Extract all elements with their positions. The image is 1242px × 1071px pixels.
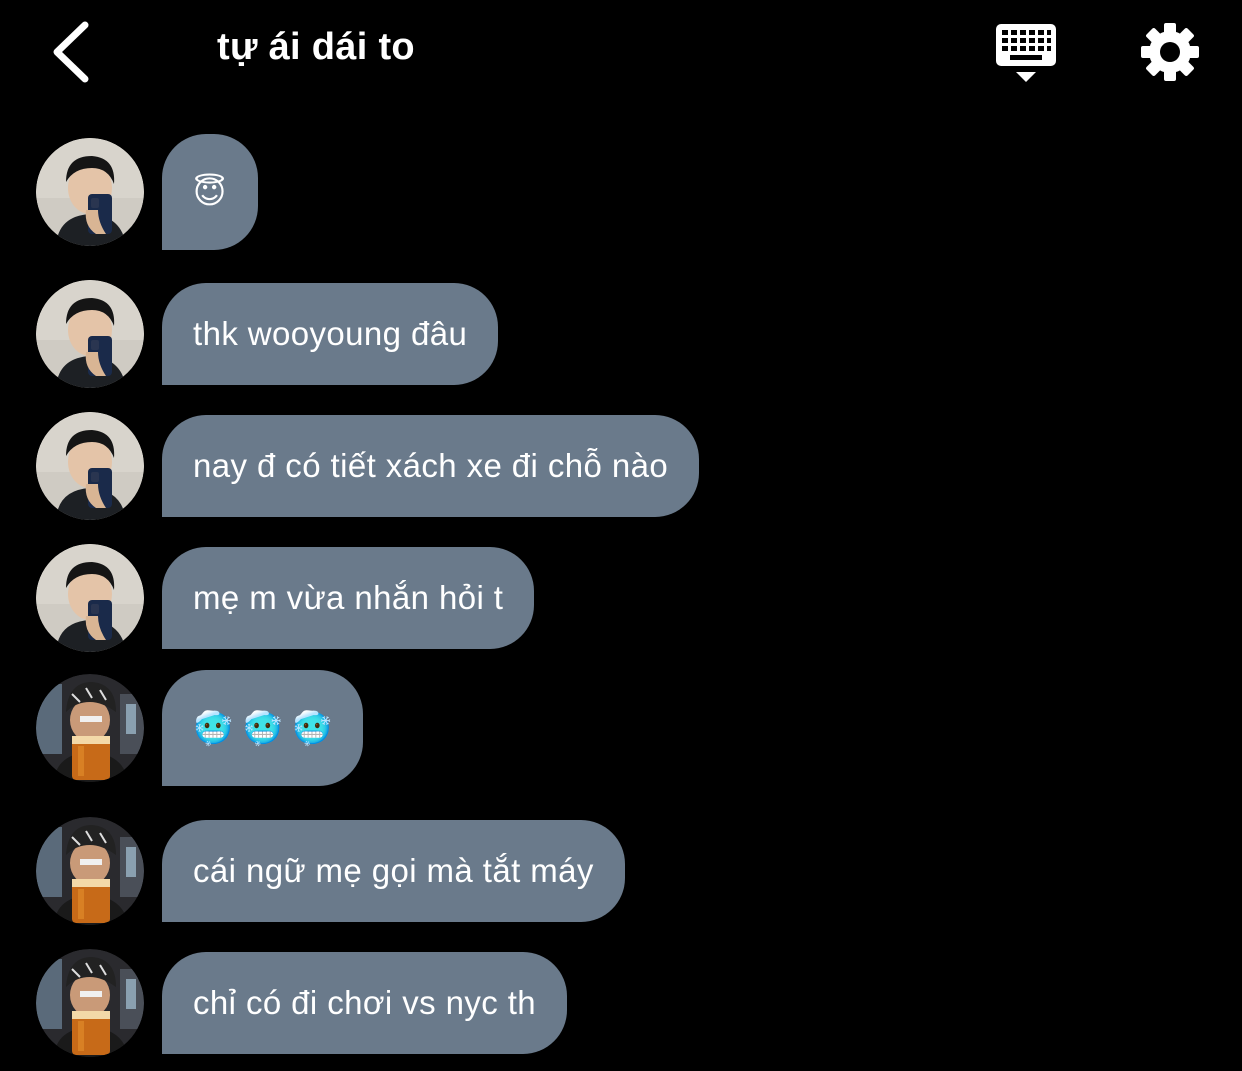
- message-row: mẹ m vừa nhắn hỏi t: [36, 544, 535, 652]
- avatar[interactable]: [36, 817, 144, 925]
- avatar[interactable]: [36, 138, 144, 246]
- message-row: cái ngữ mẹ gọi mà tắt máy: [36, 817, 625, 925]
- message-bubble[interactable]: mẹ m vừa nhắn hỏi t: [162, 547, 535, 649]
- message-bubble[interactable]: thk wooyoung đâu: [162, 283, 499, 385]
- message-row: nay đ có tiết xách xe đi chỗ nào: [36, 412, 700, 520]
- avatar[interactable]: [36, 949, 144, 1057]
- message-row: chỉ có đi chơi vs nyc th: [36, 949, 568, 1057]
- avatar[interactable]: [36, 674, 144, 782]
- message-bubble[interactable]: 😇: [162, 134, 258, 250]
- avatar[interactable]: [36, 412, 144, 520]
- message-bubble[interactable]: 🥶 🥶 🥶: [162, 670, 364, 786]
- message-row: thk wooyoung đâu: [36, 280, 499, 388]
- message-row: 😇: [36, 134, 258, 250]
- message-bubble[interactable]: chỉ có đi chơi vs nyc th: [162, 952, 568, 1054]
- avatar[interactable]: [36, 280, 144, 388]
- message-row: 🥶 🥶 🥶: [36, 670, 364, 786]
- message-list[interactable]: 😇 thk wooyoung đâu nay đ có tiết xách xe…: [0, 0, 1242, 1071]
- message-bubble[interactable]: nay đ có tiết xách xe đi chỗ nào: [162, 415, 700, 517]
- message-bubble[interactable]: cái ngữ mẹ gọi mà tắt máy: [162, 820, 625, 922]
- avatar[interactable]: [36, 544, 144, 652]
